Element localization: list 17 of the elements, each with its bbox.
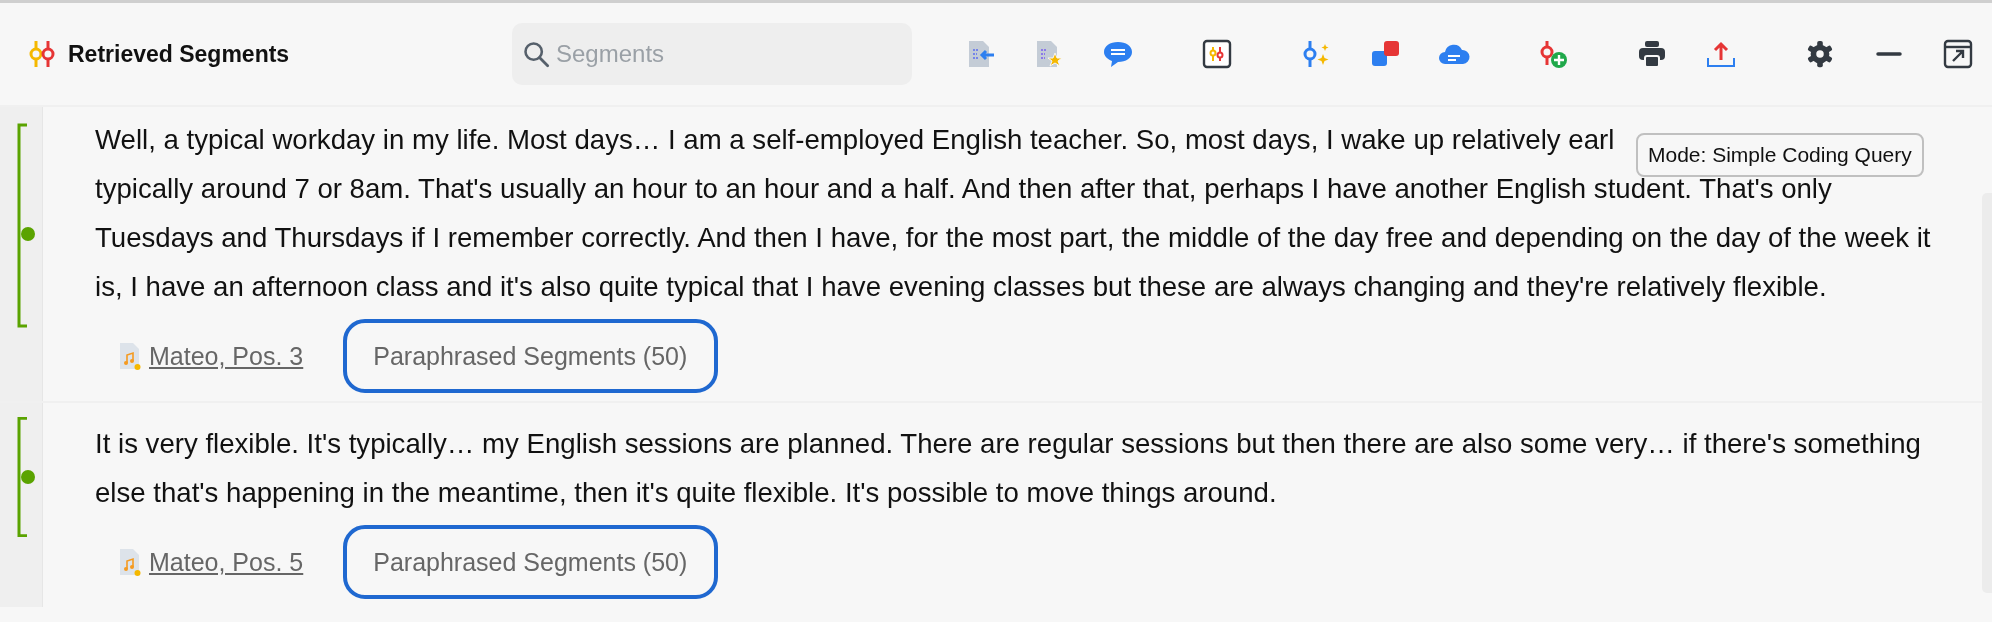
- segment-text: is, I have an afternoon class and it's also quite typical that I have evening classes but these are always changing and they're relatively flexible.: [95, 270, 1827, 304]
- bracket-dot: [21, 227, 35, 241]
- source-link[interactable]: Mateo, Pos. 3: [149, 341, 304, 371]
- tooltip: Mode: Simple Coding Query: [1636, 133, 1924, 177]
- code-chip[interactable]: Paraphrased Segments (50): [343, 319, 719, 393]
- audio-file-icon: [119, 548, 141, 576]
- code-chip[interactable]: Paraphrased Segments (50): [343, 525, 719, 599]
- segment-text: Well, a typical workday in my life. Most days… I am a self-employed English teacher. So, most days, I wake up relatively earl: [95, 123, 1615, 157]
- segment-text: It is very flexible. It's typically… my English sessions are planned. There are regular sessions but then there are also some very… if there's something: [95, 427, 1921, 461]
- search-field[interactable]: Segments: [512, 23, 912, 85]
- window-title: Retrieved Segments: [68, 40, 290, 68]
- code-logo-icon: [28, 39, 56, 69]
- audio-file-icon: [119, 342, 141, 370]
- source-link[interactable]: Mateo, Pos. 5: [149, 547, 304, 577]
- segment-text: else that's happening in the meantime, then it's quite flexible. It's possible to move things around.: [95, 476, 1277, 510]
- bracket-dot: [21, 470, 35, 484]
- segment-text: Tuesdays and Thursdays if I remember correctly. And then I have, for the most part, the middle of the day free and depending on the day of the week it: [95, 221, 1931, 255]
